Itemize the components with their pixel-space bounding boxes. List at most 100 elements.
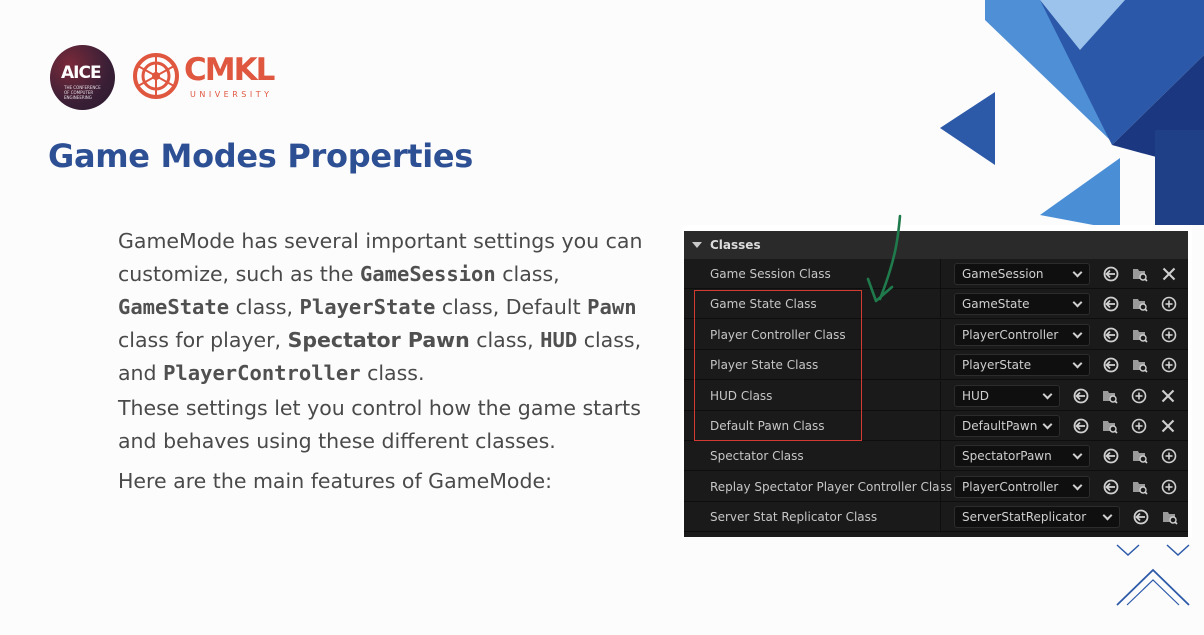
class-row: Server Stat Replicator Class ServerStatRe… xyxy=(684,502,1188,533)
title-regular: Game Modes xyxy=(48,137,277,175)
column-divider xyxy=(940,380,941,411)
body-seg: HUD xyxy=(540,328,578,352)
chevron-down-icon xyxy=(1072,297,1083,308)
body-seg: class, xyxy=(495,262,560,286)
clear-icon[interactable] xyxy=(1159,387,1177,405)
chevron-down-icon xyxy=(1072,358,1083,369)
class-dropdown[interactable]: SpectatorPawn xyxy=(954,445,1090,468)
aice-logo-subtext: THE CONFERENCE OF COMPUTER ENGINEERING xyxy=(64,85,101,100)
class-row-label: Game Session Class xyxy=(710,267,831,281)
body-seg: class. xyxy=(360,361,425,385)
class-dropdown-value: GameSession xyxy=(962,267,1044,281)
body-text: GameMode has several important settings … xyxy=(56,225,666,498)
class-row: Spectator Class SpectatorPawn xyxy=(684,441,1188,472)
body-seg: Spectator Pawn xyxy=(287,328,470,352)
class-row-label: Server Stat Replicator Class xyxy=(710,510,878,525)
class-dropdown[interactable]: PlayerState xyxy=(954,354,1090,377)
pointer-arrow-icon xyxy=(866,214,902,303)
column-divider xyxy=(940,411,941,441)
use-selected-icon[interactable] xyxy=(1102,326,1120,344)
body-seg: class, xyxy=(229,295,300,319)
body-seg: class, xyxy=(469,328,541,352)
highlight-box xyxy=(694,290,862,441)
class-row: Game Session Class GameSession xyxy=(684,259,1188,289)
aice-logo: AICE THE CONFERENCE OF COMPUTER ENGINEER… xyxy=(50,45,115,110)
cmkl-logo: CMKL UNIVERSITY xyxy=(132,52,292,102)
class-dropdown[interactable]: GameSession xyxy=(954,263,1090,285)
class-dropdown-value: PlayerController xyxy=(962,327,1059,342)
cmkl-logo-subtext: UNIVERSITY xyxy=(190,90,273,99)
class-dropdown-value: PlayerState xyxy=(962,358,1032,373)
add-icon[interactable] xyxy=(1130,417,1148,435)
class-dropdown[interactable]: PlayerController xyxy=(954,475,1090,498)
aice-logo-text: AICE xyxy=(61,63,102,83)
use-selected-icon[interactable] xyxy=(1072,387,1090,405)
column-divider xyxy=(940,441,941,472)
class-dropdown-value: HUD xyxy=(962,388,990,403)
column-divider xyxy=(940,502,941,533)
column-divider xyxy=(940,289,941,320)
cmkl-emblem-icon xyxy=(133,53,179,99)
collapse-triangle-icon[interactable] xyxy=(692,242,702,248)
use-selected-icon[interactable] xyxy=(1072,417,1090,435)
body-seg: GameSession xyxy=(359,262,496,286)
chevron-down-icon xyxy=(1072,449,1083,460)
chevron-down-icon xyxy=(1102,510,1113,521)
class-dropdown-value: ServerStatReplicator xyxy=(962,510,1087,525)
paragraph-3: Here are the main features of GameMode: xyxy=(118,469,552,493)
class-dropdown[interactable]: GameState xyxy=(954,293,1090,316)
class-dropdown[interactable]: ServerStatReplicator xyxy=(954,506,1120,529)
column-divider xyxy=(940,319,941,350)
add-icon[interactable] xyxy=(1160,356,1178,374)
browse-icon[interactable] xyxy=(1131,326,1149,344)
add-icon[interactable] xyxy=(1160,478,1178,496)
class-dropdown[interactable]: HUD xyxy=(954,384,1060,407)
browse-icon[interactable] xyxy=(1161,508,1179,526)
add-icon[interactable] xyxy=(1160,447,1178,465)
use-selected-icon[interactable] xyxy=(1102,447,1120,465)
clear-icon[interactable] xyxy=(1160,265,1178,283)
class-dropdown-value: PlayerController xyxy=(962,479,1059,494)
body-seg: PlayerController xyxy=(163,361,361,385)
class-dropdown[interactable]: DefaultPawn xyxy=(954,415,1060,437)
page-title: Game Modes Properties xyxy=(48,137,473,175)
class-dropdown-value: SpectatorPawn xyxy=(962,449,1052,464)
use-selected-icon[interactable] xyxy=(1102,478,1120,496)
browse-icon[interactable] xyxy=(1131,447,1149,465)
add-icon[interactable] xyxy=(1130,387,1148,405)
use-selected-icon[interactable] xyxy=(1132,508,1150,526)
class-row-label: Replay Spectator Player Controller Class xyxy=(710,479,953,494)
column-divider xyxy=(940,350,941,381)
browse-icon[interactable] xyxy=(1101,387,1119,405)
use-selected-icon[interactable] xyxy=(1102,295,1120,313)
use-selected-icon[interactable] xyxy=(1102,265,1120,283)
classes-section-header[interactable]: Classes xyxy=(684,231,1188,259)
browse-icon[interactable] xyxy=(1131,478,1149,496)
section-title: Classes xyxy=(710,238,761,252)
add-icon[interactable] xyxy=(1160,326,1178,344)
cmkl-logo-text: CMKL xyxy=(184,52,275,88)
body-seg: GameState xyxy=(118,295,230,319)
column-divider xyxy=(940,259,941,289)
body-seg: Pawn xyxy=(587,295,637,319)
chevron-down-icon xyxy=(1042,419,1053,430)
browse-icon[interactable] xyxy=(1131,356,1149,374)
paragraph-2: These settings let you control how the g… xyxy=(118,396,641,453)
class-dropdown[interactable]: PlayerController xyxy=(954,323,1090,346)
clear-icon[interactable] xyxy=(1159,417,1177,435)
class-row: Replay Spectator Player Controller Class… xyxy=(684,471,1188,502)
use-selected-icon[interactable] xyxy=(1102,356,1120,374)
browse-icon[interactable] xyxy=(1101,417,1119,435)
column-divider xyxy=(940,471,941,502)
chevron-down-icon xyxy=(1072,480,1083,491)
browse-icon[interactable] xyxy=(1131,295,1149,313)
paragraph-1: GameMode has several important settings … xyxy=(56,225,666,390)
class-row-label: Spectator Class xyxy=(710,449,804,464)
browse-icon[interactable] xyxy=(1131,265,1149,283)
body-seg: PlayerState xyxy=(299,295,436,319)
body-seg: class, Default xyxy=(435,295,588,319)
add-icon[interactable] xyxy=(1160,295,1178,313)
chevron-down-icon xyxy=(1072,328,1083,339)
chevron-down-icon xyxy=(1072,267,1083,278)
class-dropdown-value: DefaultPawn xyxy=(962,419,1038,433)
